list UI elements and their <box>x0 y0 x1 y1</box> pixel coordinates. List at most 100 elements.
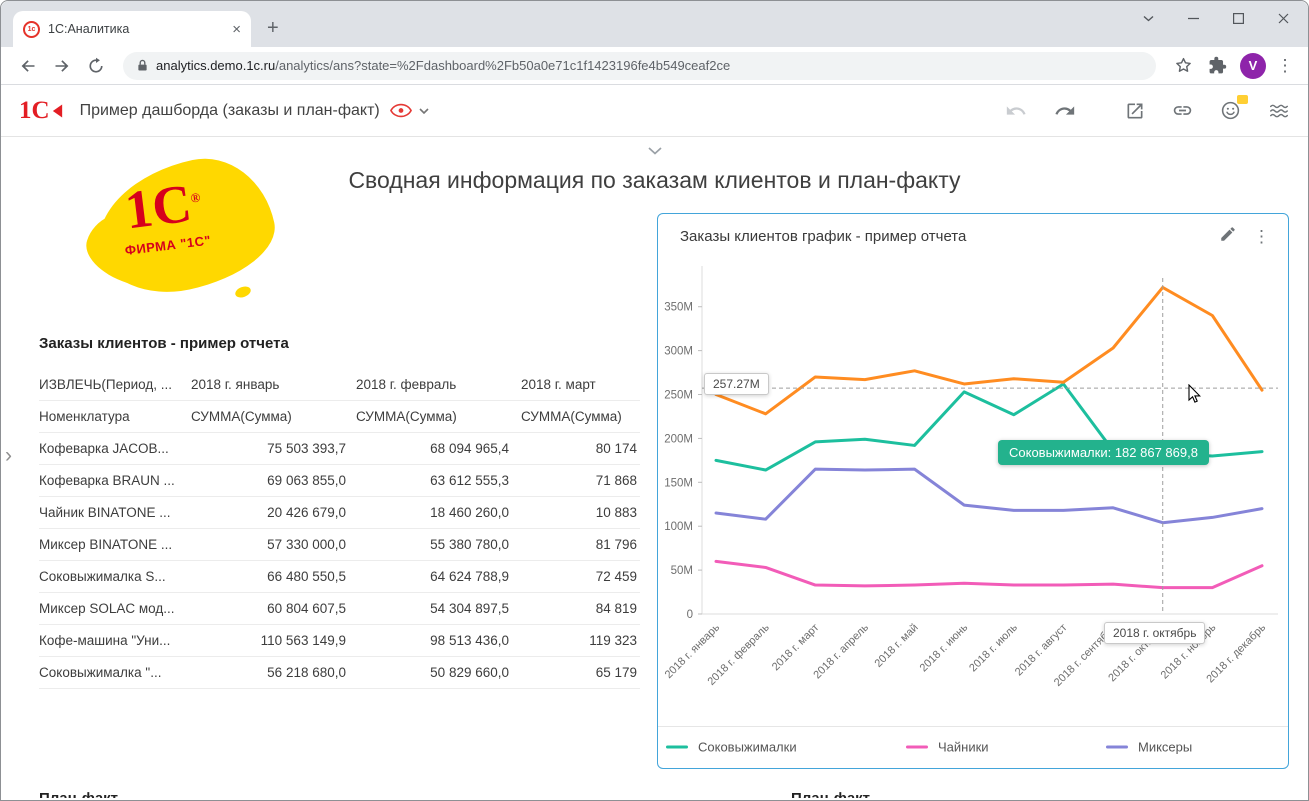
x-axis-label: 2018 г. июль <box>967 621 1020 674</box>
value-cell[interactable]: 69 063 855,0 <box>191 473 349 488</box>
title-dropdown-button[interactable] <box>419 108 429 114</box>
value-cell[interactable]: 18 460 260,0 <box>349 505 512 520</box>
value-cell[interactable]: 20 426 679,0 <box>191 505 349 520</box>
chart-area[interactable]: 050M100M150M200M250M300M350M2018 г. янва… <box>658 258 1288 726</box>
maximize-button[interactable] <box>1216 3 1261 33</box>
y-axis-label: 0 <box>687 609 693 621</box>
star-icon <box>1174 56 1193 75</box>
brand-logo-text: 1С <box>122 173 195 241</box>
value-cell[interactable]: 84 819 <box>512 601 640 616</box>
x-axis-label: 2018 г. май <box>872 622 920 670</box>
value-cell[interactable]: 110 563 149,9 <box>191 633 349 648</box>
y-axis-label: 350M <box>664 302 693 314</box>
profile-avatar[interactable]: V <box>1240 53 1266 79</box>
y-axis-label: 50M <box>671 565 693 577</box>
url-field[interactable]: analytics.demo.1c.ru/analytics/ans?state… <box>123 52 1156 80</box>
row-label-cell[interactable]: Соковыжималка S... <box>39 569 191 584</box>
value-cell[interactable]: 68 094 965,4 <box>349 441 512 456</box>
minimize-button[interactable] <box>1171 3 1216 33</box>
row-label-cell[interactable]: Кофе-машина "Уни... <box>39 633 191 648</box>
next-widget-title-left: План-факт <box>39 790 118 798</box>
legend-item[interactable]: Чайники <box>906 739 989 754</box>
value-cell[interactable]: 54 304 897,5 <box>349 601 512 616</box>
open-in-new-icon <box>1125 101 1145 121</box>
legend-item[interactable]: Соковыжималки <box>666 739 797 754</box>
value-cell[interactable]: 98 513 436,0 <box>349 633 512 648</box>
registered-mark: ® <box>190 190 201 206</box>
series-line-Миксеры[interactable] <box>716 469 1262 523</box>
chart-legend: Соковыжималки Чайники Миксеры <box>658 726 1288 766</box>
legend-swatch <box>1106 745 1128 748</box>
header-cell: 2018 г. январь <box>191 377 349 392</box>
table-row: Соковыжималка "...56 218 680,050 829 660… <box>39 657 640 689</box>
chart-menu-button[interactable]: ⋮ <box>1253 228 1270 245</box>
close-window-button[interactable] <box>1261 3 1306 33</box>
value-cell[interactable]: 65 179 <box>512 665 640 680</box>
orders-report: Заказы клиентов - пример отчета ИЗВЛЕЧЬ(… <box>39 335 640 689</box>
app-toolbar <box>1005 100 1290 122</box>
tab-close-button[interactable]: × <box>232 22 241 37</box>
row-label-cell[interactable]: Соковыжималка "... <box>39 665 191 680</box>
expand-panel-chevron[interactable]: › <box>5 445 12 466</box>
row-label-cell[interactable]: Миксер SOLAC мод... <box>39 601 191 616</box>
value-cell[interactable]: 56 218 680,0 <box>191 665 349 680</box>
back-button[interactable] <box>13 51 43 81</box>
extensions-button[interactable] <box>1202 51 1232 81</box>
header-cell: СУММА(Сумма) <box>191 409 349 424</box>
appearance-button[interactable] <box>1268 100 1290 122</box>
copy-link-button[interactable] <box>1172 100 1193 121</box>
series-line-unlabeled[interactable] <box>716 287 1262 413</box>
value-cell[interactable]: 66 480 550,5 <box>191 569 349 584</box>
chart-card[interactable]: Заказы клиентов график - пример отчета ⋮… <box>657 213 1289 769</box>
value-cell[interactable]: 81 796 <box>512 537 640 552</box>
browser-tab[interactable]: 1c 1С:Аналитика × <box>13 11 251 47</box>
value-cell[interactable]: 119 323 <box>512 633 640 648</box>
y-value-tooltip: 257.27M <box>704 373 769 395</box>
value-cell[interactable]: 64 624 788,9 <box>349 569 512 584</box>
app-logo-1c[interactable]: 1С <box>19 98 64 123</box>
value-cell[interactable]: 72 459 <box>512 569 640 584</box>
x-axis-label: 2018 г. март <box>770 622 822 674</box>
row-label-cell[interactable]: Миксер BINATONE ... <box>39 537 191 552</box>
value-cell[interactable]: 71 868 <box>512 473 640 488</box>
logo-splash-shape <box>234 285 252 300</box>
x-value-tooltip: 2018 г. октябрь <box>1104 622 1205 644</box>
url-path: /analytics/ans?state=%2Fdashboard%2Fb50a… <box>275 58 730 73</box>
legend-swatch <box>906 745 928 748</box>
series-point-tooltip: Соковыжималки: 182 867 869,8 <box>998 440 1209 465</box>
collapse-panel-button[interactable] <box>648 142 662 160</box>
value-cell[interactable]: 80 174 <box>512 441 640 456</box>
puzzle-icon <box>1208 56 1227 75</box>
series-line-Чайники[interactable] <box>716 561 1262 587</box>
forward-button[interactable] <box>47 51 77 81</box>
browser-menu-button[interactable]: ⋮ <box>1274 57 1296 74</box>
redo-button[interactable] <box>1054 100 1076 122</box>
feedback-button[interactable] <box>1220 100 1241 121</box>
row-label-cell[interactable]: Кофеварка JACOB... <box>39 441 191 456</box>
window-chevron-down-button[interactable] <box>1126 3 1171 33</box>
view-mode-eye-icon <box>390 103 412 118</box>
value-cell[interactable]: 57 330 000,0 <box>191 537 349 552</box>
value-cell[interactable]: 55 380 780,0 <box>349 537 512 552</box>
reload-button[interactable] <box>81 51 111 81</box>
undo-button[interactable] <box>1005 100 1027 122</box>
table-row: Чайник BINATONE ...20 426 679,018 460 26… <box>39 497 640 529</box>
y-axis-label: 300M <box>664 346 693 358</box>
edit-chart-button[interactable] <box>1219 225 1237 248</box>
open-external-button[interactable] <box>1125 101 1145 121</box>
value-cell[interactable]: 75 503 393,7 <box>191 441 349 456</box>
value-cell[interactable]: 60 804 607,5 <box>191 601 349 616</box>
y-axis-label: 150M <box>664 477 693 489</box>
chart-card-header: Заказы клиентов график - пример отчета ⋮ <box>658 214 1288 258</box>
reload-icon <box>87 57 105 75</box>
value-cell[interactable]: 50 829 660,0 <box>349 665 512 680</box>
row-label-cell[interactable]: Кофеварка BRAUN ... <box>39 473 191 488</box>
bookmark-star-button[interactable] <box>1168 51 1198 81</box>
line-chart[interactable]: 050M100M150M200M250M300M350M2018 г. янва… <box>658 258 1288 726</box>
value-cell[interactable]: 63 612 555,3 <box>349 473 512 488</box>
value-cell[interactable]: 10 883 <box>512 505 640 520</box>
waves-icon <box>1268 100 1290 122</box>
legend-item[interactable]: Миксеры <box>1106 739 1192 754</box>
row-label-cell[interactable]: Чайник BINATONE ... <box>39 505 191 520</box>
new-tab-button[interactable]: + <box>267 18 279 38</box>
